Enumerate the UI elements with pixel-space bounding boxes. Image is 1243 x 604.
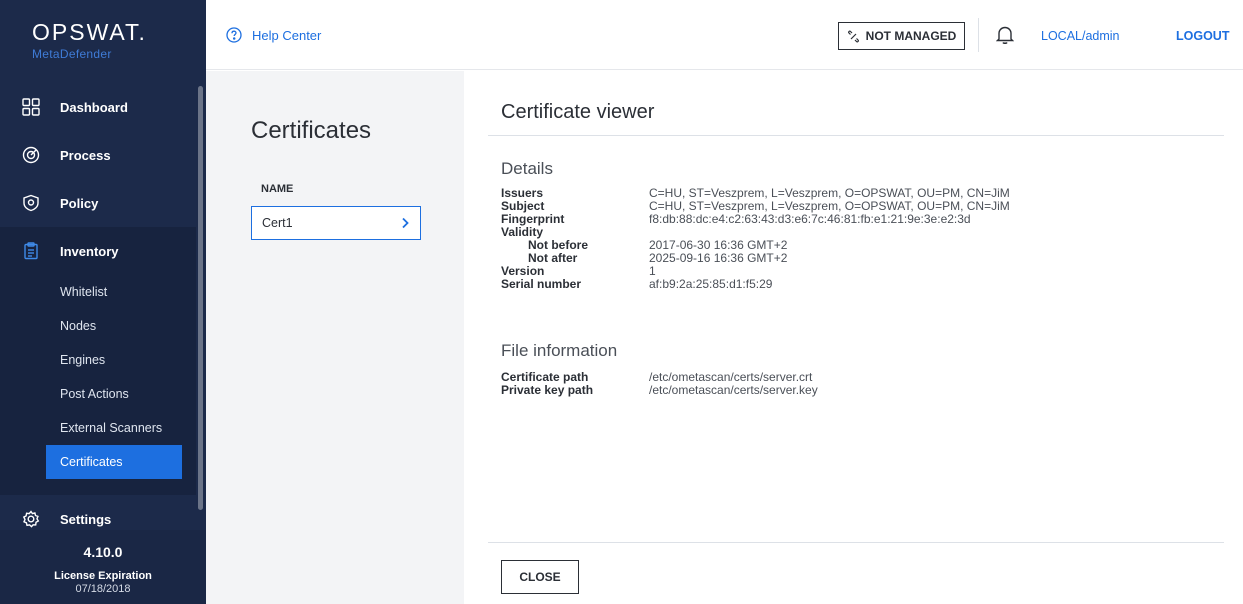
not-after-value: 2025-09-16 16:36 GMT+2 bbox=[649, 251, 788, 265]
sidebar-item-label: Settings bbox=[60, 511, 112, 527]
sidebar-item-policy[interactable]: Policy bbox=[0, 179, 196, 227]
divider bbox=[488, 542, 1224, 543]
certificates-list-pane: Certificates NAME Cert1 bbox=[206, 71, 464, 604]
sidebar-subitem-post-actions[interactable]: Post Actions bbox=[46, 377, 182, 411]
topbar-divider bbox=[978, 18, 979, 52]
divider bbox=[488, 135, 1224, 136]
close-button[interactable]: CLOSE bbox=[501, 560, 579, 594]
license-expiration-label: License Expiration bbox=[54, 570, 152, 582]
details-section-title: Details bbox=[501, 159, 553, 178]
certificate-viewer: Certificate viewer Details Issuers C=HU, … bbox=[464, 71, 1243, 604]
help-circle-icon bbox=[226, 27, 242, 43]
sidebar-footer: 4.10.0 License Expiration 07/18/2018 bbox=[0, 530, 206, 604]
gear-icon bbox=[22, 510, 40, 528]
viewer-title: Certificate viewer bbox=[501, 101, 655, 123]
inventory-subnav: Whitelist Nodes Engines Post Actions Ext… bbox=[0, 275, 196, 495]
brand: OPSWAT. MetaDefender bbox=[0, 0, 206, 73]
sidebar-item-inventory[interactable]: Inventory bbox=[0, 227, 196, 275]
sidebar-item-label: Inventory bbox=[60, 243, 119, 259]
cert-name: Cert1 bbox=[262, 216, 293, 230]
grid-icon bbox=[22, 98, 40, 116]
file-information-section-title: File information bbox=[501, 341, 618, 360]
logout-link[interactable]: LOGOUT bbox=[1176, 29, 1229, 43]
sidebar-subitem-engines[interactable]: Engines bbox=[46, 343, 182, 377]
help-center-label: Help Center bbox=[252, 27, 322, 43]
shield-icon bbox=[22, 194, 40, 212]
serial-number-value: af:b9:2a:25:85:d1:f5:29 bbox=[649, 277, 773, 291]
not-managed-label: NOT MANAGED bbox=[865, 29, 957, 43]
clipboard-icon bbox=[22, 242, 40, 260]
sidebar-subitem-whitelist[interactable]: Whitelist bbox=[46, 275, 182, 309]
user-account-link[interactable]: LOCAL/admin bbox=[1041, 29, 1120, 43]
page-title: Certificates bbox=[251, 117, 372, 144]
serial-number-label: Serial number bbox=[501, 277, 582, 291]
sidebar-scrollbar[interactable] bbox=[198, 86, 203, 510]
target-icon bbox=[22, 146, 40, 164]
sidebar-subitem-certificates[interactable]: Certificates bbox=[46, 445, 182, 479]
sidebar-item-label: Process bbox=[60, 147, 111, 163]
sidebar-nav: Dashboard Process Policy Inventory White… bbox=[0, 83, 196, 543]
help-center-link[interactable]: Help Center bbox=[226, 27, 321, 43]
version-number: 4.10.0 bbox=[83, 544, 123, 560]
product-name: MetaDefender bbox=[32, 47, 112, 61]
bell-icon[interactable] bbox=[995, 25, 1015, 45]
license-expiration-date: 07/18/2018 bbox=[75, 583, 131, 595]
sidebar-subitem-nodes[interactable]: Nodes bbox=[46, 309, 182, 343]
sidebar-item-dashboard[interactable]: Dashboard bbox=[0, 83, 196, 131]
sidebar-item-label: Dashboard bbox=[60, 99, 128, 115]
sidebar-item-process[interactable]: Process bbox=[0, 131, 196, 179]
not-managed-button[interactable]: NOT MANAGED bbox=[838, 22, 965, 50]
sidebar: OPSWAT. MetaDefender Dashboard Process P… bbox=[0, 0, 206, 604]
sidebar-subitem-external-scanners[interactable]: External Scanners bbox=[46, 411, 182, 445]
top-bar: Help Center NOT MANAGED LOCAL/admin LOGO… bbox=[206, 0, 1243, 70]
opswat-logo: OPSWAT. bbox=[32, 19, 147, 45]
sidebar-item-label: Policy bbox=[60, 195, 99, 211]
broken-link-icon bbox=[847, 30, 860, 43]
column-header-name[interactable]: NAME bbox=[261, 183, 293, 195]
private-key-path-value: /etc/ometascan/certs/server.key bbox=[649, 383, 818, 397]
fingerprint-value: f8:db:88:dc:e4:c2:63:43:d3:e6:7c:46:81:f… bbox=[649, 212, 971, 226]
chevron-right-icon bbox=[400, 217, 410, 229]
private-key-path-label: Private key path bbox=[501, 383, 594, 397]
details-list: Issuers C=HU, ST=Veszprem, L=Veszprem, O=… bbox=[501, 187, 1010, 291]
file-information-list: Certificate path/etc/ometascan/certs/ser… bbox=[501, 371, 818, 397]
list-item[interactable]: Cert1 bbox=[251, 206, 421, 240]
